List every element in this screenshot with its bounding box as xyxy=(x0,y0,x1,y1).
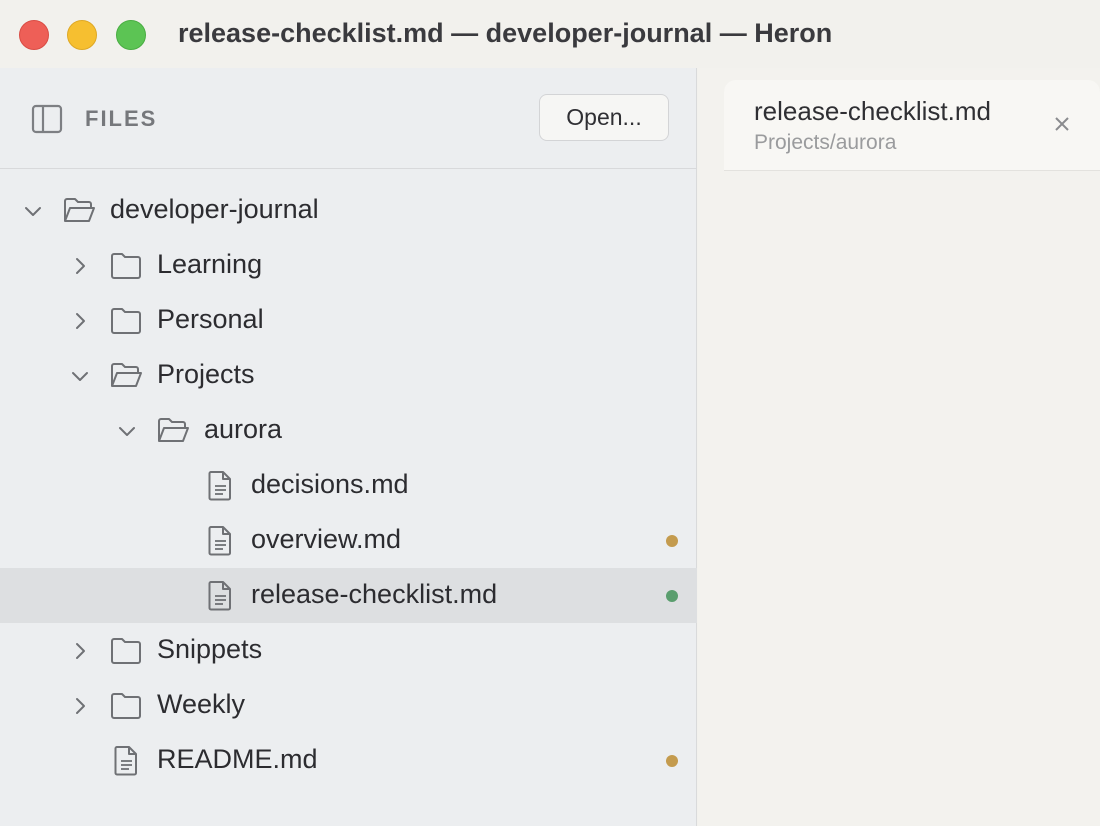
sidebar-toggle-icon[interactable] xyxy=(31,104,63,134)
tree-item-label: Snippets xyxy=(157,634,263,664)
folder-icon xyxy=(111,308,141,334)
tab-release-checklist[interactable]: release-checklist.md Projects/aurora xyxy=(724,80,1100,170)
editor-area: release-checklist.md Projects/aurora xyxy=(698,68,1100,826)
folder-open-icon xyxy=(111,363,142,387)
tree-item-label: Learning xyxy=(157,249,263,279)
tree-item-label: decisions.md xyxy=(251,469,409,499)
tree-file-row[interactable]: decisions.md xyxy=(0,458,697,513)
status-dot xyxy=(666,535,678,547)
tree-folder-row[interactable]: Weekly xyxy=(0,678,697,733)
tree-item-label: Personal xyxy=(157,304,264,334)
zoom-window-button[interactable] xyxy=(116,20,146,50)
tab-path: Projects/aurora xyxy=(754,131,897,154)
minimize-window-button[interactable] xyxy=(67,20,97,50)
folder-open-icon xyxy=(158,418,189,442)
file-icon xyxy=(208,471,231,501)
tree-folder-row[interactable]: Snippets xyxy=(0,623,697,678)
tree-item-label: aurora xyxy=(204,414,283,444)
tree-item-label: README.md xyxy=(157,744,318,774)
chevron-right-icon[interactable] xyxy=(69,310,91,332)
title-bar: release-checklist.md — developer-journal… xyxy=(0,0,1100,68)
status-dot xyxy=(666,590,678,602)
chevron-right-icon[interactable] xyxy=(69,255,91,277)
tree-item-label: release-checklist.md xyxy=(251,579,498,609)
tree-folder-row[interactable]: Learning xyxy=(0,238,697,293)
chevron-down-icon[interactable] xyxy=(116,420,138,442)
sidebar-header: FILES Open... xyxy=(0,68,697,169)
folder-open-icon xyxy=(64,198,95,222)
file-icon xyxy=(114,746,137,776)
chevron-right-icon[interactable] xyxy=(69,695,91,717)
chevron-right-icon[interactable] xyxy=(69,640,91,662)
tree-folder-row[interactable]: developer-journal xyxy=(0,183,697,238)
files-header-label: FILES xyxy=(85,106,158,131)
close-window-button[interactable] xyxy=(19,20,49,50)
file-sidebar: FILES Open... developer-journal Learning P… xyxy=(0,68,697,826)
tree-folder-row[interactable]: Projects xyxy=(0,348,697,403)
tree-item-label: developer-journal xyxy=(110,194,319,224)
tree-item-label: overview.md xyxy=(251,524,402,554)
folder-icon xyxy=(111,638,141,664)
tree-item-label: Weekly xyxy=(157,689,246,719)
tree-item-label: Projects xyxy=(157,359,255,389)
tree-folder-row[interactable]: Personal xyxy=(0,293,697,348)
tree-file-row[interactable]: release-checklist.md xyxy=(0,568,697,623)
tree-file-row[interactable]: overview.md xyxy=(0,513,697,568)
file-icon xyxy=(208,526,231,556)
tab-title: release-checklist.md xyxy=(754,96,991,126)
chevron-down-icon[interactable] xyxy=(22,200,44,222)
folder-icon xyxy=(111,253,141,279)
chevron-down-icon[interactable] xyxy=(69,365,91,387)
status-dot xyxy=(666,755,678,767)
window-title: release-checklist.md — developer-journal… xyxy=(178,18,833,48)
tree-file-row[interactable]: README.md xyxy=(0,733,697,788)
open-button[interactable]: Open... xyxy=(539,94,669,141)
file-icon xyxy=(208,581,231,611)
folder-icon xyxy=(111,693,141,719)
close-icon[interactable] xyxy=(1052,114,1072,134)
tree-folder-row[interactable]: aurora xyxy=(0,403,697,458)
